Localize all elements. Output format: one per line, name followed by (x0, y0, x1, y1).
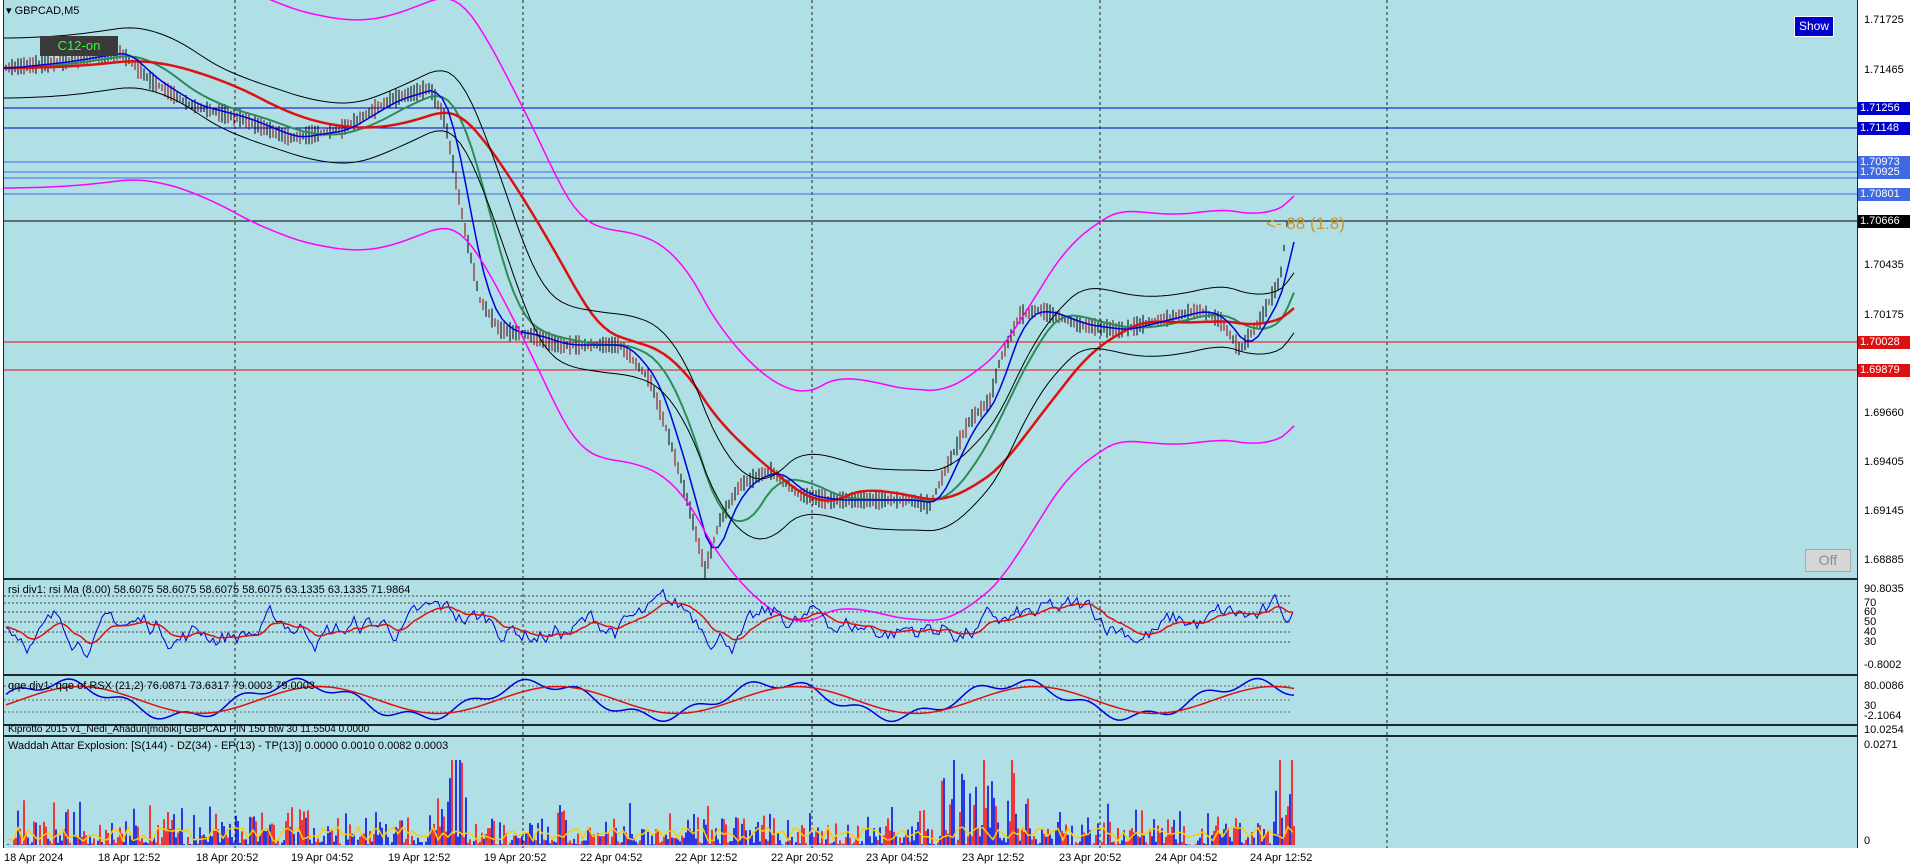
chart-drawing (3, 0, 1857, 848)
rsi-scale-label: -0.8002 (1864, 659, 1902, 671)
time-axis-label: 23 Apr 12:52 (962, 852, 1025, 864)
wae-scale-label: 0 (1864, 835, 1871, 847)
qqe-scale-label: 80.0086 (1864, 680, 1904, 692)
rsi-title: rsi div1: rsi Ma (8.00) 58.6075 58.6075 … (8, 584, 411, 596)
qqe-scale-label: -2.1064 (1864, 710, 1902, 722)
price-tick-label: 1.71725 (1864, 14, 1904, 26)
price-tick-label: 1.69405 (1864, 456, 1904, 468)
wae-title: Waddah Attar Explosion: [S(144) - DZ(34)… (8, 740, 449, 752)
time-axis-label: 24 Apr 04:52 (1155, 852, 1218, 864)
off-button[interactable]: Off (1805, 549, 1851, 572)
qqe-title: qqe div1: qqe of RSX (21,2) 76.0871 73.6… (8, 680, 316, 692)
time-axis-label: 23 Apr 04:52 (866, 852, 929, 864)
price-tick-label: 1.70435 (1864, 259, 1904, 271)
rsi-scale-label: 90.8035 (1864, 583, 1904, 595)
time-axis-label: 24 Apr 12:52 (1250, 852, 1313, 864)
time-axis-label: 19 Apr 20:52 (484, 852, 547, 864)
price-level-label: 1.70925 (1858, 166, 1910, 179)
time-axis-label: 18 Apr 2024 (4, 852, 64, 864)
wae-scale-label: 0.0271 (1864, 739, 1898, 751)
time-axis[interactable] (0, 848, 1858, 866)
price-level-label: 1.71148 (1858, 122, 1910, 135)
kiprotto-title: Kiprotto 2015 v1_Nedi_Ahadun[mobiki] GBP… (8, 724, 370, 734)
time-axis-label: 18 Apr 12:52 (98, 852, 161, 864)
time-axis-label: 18 Apr 20:52 (196, 852, 259, 864)
symbol-title: ▾ GBPCAD,M5 (6, 4, 79, 17)
dropdown-triangle-icon[interactable]: ▾ (6, 5, 12, 17)
price-tick-label: 1.70175 (1864, 309, 1904, 321)
time-axis-label: 19 Apr 12:52 (388, 852, 451, 864)
time-axis-label: 22 Apr 20:52 (771, 852, 834, 864)
price-tick-label: 1.69145 (1864, 505, 1904, 517)
kiprotto-scale-label: 10.0254 (1864, 724, 1904, 736)
time-axis-label: 23 Apr 20:52 (1059, 852, 1122, 864)
rsi-scale-label: 30 (1864, 636, 1877, 648)
symbol-title-text: GBPCAD,M5 (14, 5, 80, 17)
price-tick-label: 1.69660 (1864, 407, 1904, 419)
time-axis-label: 22 Apr 12:52 (675, 852, 738, 864)
rsi-blue-line (5, 588, 1294, 659)
price-tick-label: 1.68885 (1864, 554, 1904, 566)
time-axis-label: 22 Apr 04:52 (580, 852, 643, 864)
price-level-label: 1.70666 (1858, 215, 1910, 228)
price-level-label: 1.70028 (1858, 336, 1910, 349)
price-tick-label: 1.71465 (1864, 64, 1904, 76)
price-annotation: <- 88 (1.8) (1266, 214, 1345, 233)
c12-status-tag[interactable]: C12-on (40, 36, 118, 56)
time-axis-label: 19 Apr 04:52 (291, 852, 354, 864)
price-level-label: 1.71256 (1858, 102, 1910, 115)
show-button[interactable]: Show (1794, 16, 1834, 37)
price-level-label: 1.70801 (1858, 188, 1910, 201)
chart-window: 1.71725 1.71465 1.70435 1.70175 1.69660 1.694… (0, 0, 1915, 866)
price-level-label: 1.69879 (1858, 364, 1910, 377)
